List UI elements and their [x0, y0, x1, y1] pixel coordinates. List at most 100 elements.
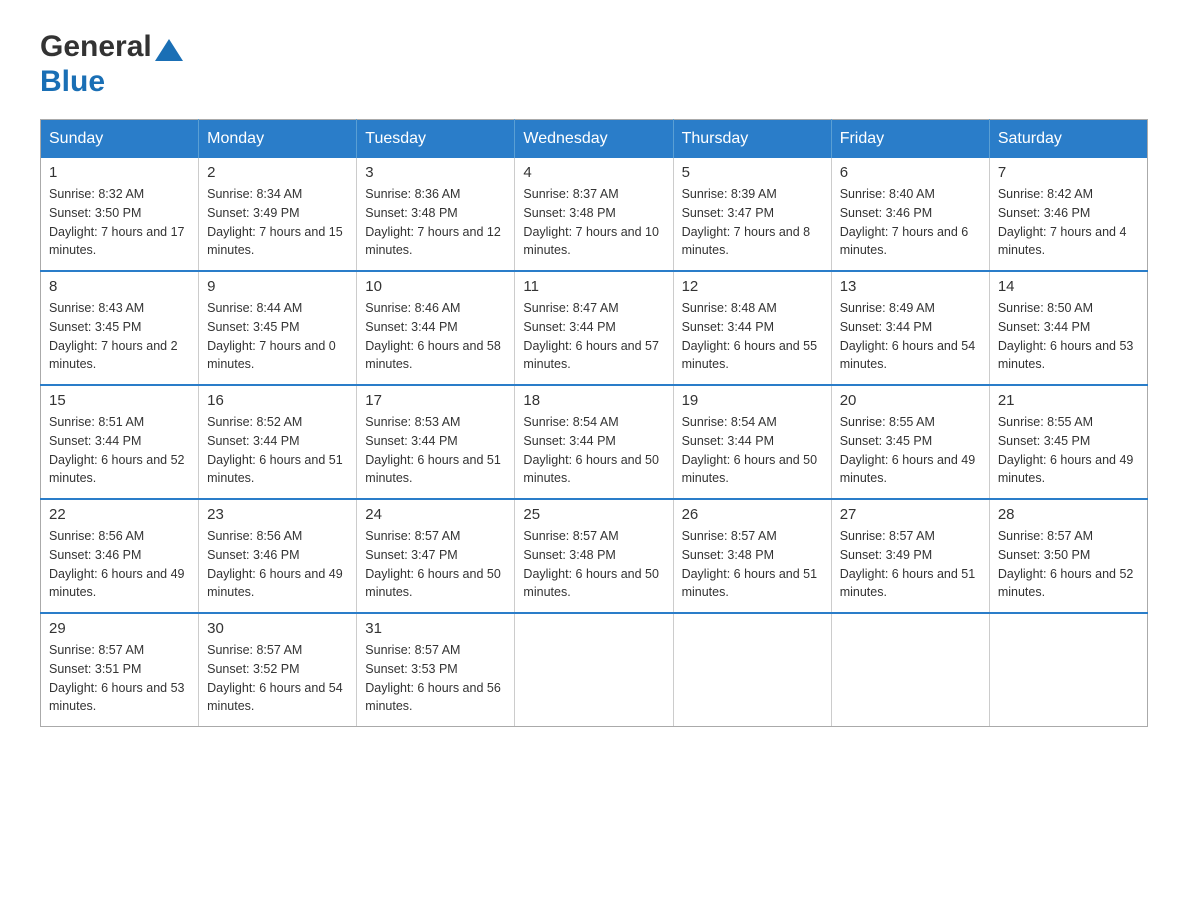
calendar-cell: 25 Sunrise: 8:57 AM Sunset: 3:48 PM Dayl… [515, 499, 673, 613]
day-number: 12 [682, 278, 823, 295]
weekday-header-row: SundayMondayTuesdayWednesdayThursdayFrid… [41, 120, 1148, 159]
day-info: Sunrise: 8:57 AM Sunset: 3:48 PM Dayligh… [682, 527, 823, 602]
calendar-cell: 10 Sunrise: 8:46 AM Sunset: 3:44 PM Dayl… [357, 271, 515, 385]
calendar-cell: 7 Sunrise: 8:42 AM Sunset: 3:46 PM Dayli… [989, 158, 1147, 271]
day-info: Sunrise: 8:44 AM Sunset: 3:45 PM Dayligh… [207, 299, 348, 374]
calendar-cell: 12 Sunrise: 8:48 AM Sunset: 3:44 PM Dayl… [673, 271, 831, 385]
day-info: Sunrise: 8:42 AM Sunset: 3:46 PM Dayligh… [998, 185, 1139, 260]
logo-general-text: General [40, 30, 152, 63]
calendar-cell: 21 Sunrise: 8:55 AM Sunset: 3:45 PM Dayl… [989, 385, 1147, 499]
day-number: 17 [365, 392, 506, 409]
day-info: Sunrise: 8:40 AM Sunset: 3:46 PM Dayligh… [840, 185, 981, 260]
day-number: 6 [840, 164, 981, 181]
logo-triangle-icon [155, 39, 183, 61]
calendar-cell: 6 Sunrise: 8:40 AM Sunset: 3:46 PM Dayli… [831, 158, 989, 271]
day-number: 22 [49, 506, 190, 523]
day-info: Sunrise: 8:53 AM Sunset: 3:44 PM Dayligh… [365, 413, 506, 488]
weekday-header-friday: Friday [831, 120, 989, 159]
day-info: Sunrise: 8:57 AM Sunset: 3:52 PM Dayligh… [207, 641, 348, 716]
calendar-week-row: 29 Sunrise: 8:57 AM Sunset: 3:51 PM Dayl… [41, 613, 1148, 727]
calendar-cell [515, 613, 673, 727]
day-info: Sunrise: 8:50 AM Sunset: 3:44 PM Dayligh… [998, 299, 1139, 374]
day-number: 4 [523, 164, 664, 181]
calendar-week-row: 15 Sunrise: 8:51 AM Sunset: 3:44 PM Dayl… [41, 385, 1148, 499]
logo-blue-text: Blue [40, 65, 105, 98]
day-number: 15 [49, 392, 190, 409]
day-info: Sunrise: 8:48 AM Sunset: 3:44 PM Dayligh… [682, 299, 823, 374]
calendar-cell [989, 613, 1147, 727]
day-number: 16 [207, 392, 348, 409]
calendar-cell: 16 Sunrise: 8:52 AM Sunset: 3:44 PM Dayl… [199, 385, 357, 499]
calendar-cell: 29 Sunrise: 8:57 AM Sunset: 3:51 PM Dayl… [41, 613, 199, 727]
day-info: Sunrise: 8:39 AM Sunset: 3:47 PM Dayligh… [682, 185, 823, 260]
day-number: 24 [365, 506, 506, 523]
calendar-cell: 2 Sunrise: 8:34 AM Sunset: 3:49 PM Dayli… [199, 158, 357, 271]
day-number: 10 [365, 278, 506, 295]
calendar-cell: 13 Sunrise: 8:49 AM Sunset: 3:44 PM Dayl… [831, 271, 989, 385]
calendar-cell: 4 Sunrise: 8:37 AM Sunset: 3:48 PM Dayli… [515, 158, 673, 271]
day-info: Sunrise: 8:54 AM Sunset: 3:44 PM Dayligh… [682, 413, 823, 488]
weekday-header-monday: Monday [199, 120, 357, 159]
calendar-cell: 30 Sunrise: 8:57 AM Sunset: 3:52 PM Dayl… [199, 613, 357, 727]
day-info: Sunrise: 8:55 AM Sunset: 3:45 PM Dayligh… [998, 413, 1139, 488]
day-info: Sunrise: 8:43 AM Sunset: 3:45 PM Dayligh… [49, 299, 190, 374]
calendar-cell: 5 Sunrise: 8:39 AM Sunset: 3:47 PM Dayli… [673, 158, 831, 271]
day-info: Sunrise: 8:55 AM Sunset: 3:45 PM Dayligh… [840, 413, 981, 488]
calendar-week-row: 8 Sunrise: 8:43 AM Sunset: 3:45 PM Dayli… [41, 271, 1148, 385]
day-number: 26 [682, 506, 823, 523]
day-number: 27 [840, 506, 981, 523]
day-info: Sunrise: 8:57 AM Sunset: 3:51 PM Dayligh… [49, 641, 190, 716]
day-info: Sunrise: 8:56 AM Sunset: 3:46 PM Dayligh… [207, 527, 348, 602]
day-number: 9 [207, 278, 348, 295]
page-header: General Blue [40, 30, 1148, 99]
day-number: 14 [998, 278, 1139, 295]
day-info: Sunrise: 8:52 AM Sunset: 3:44 PM Dayligh… [207, 413, 348, 488]
day-number: 1 [49, 164, 190, 181]
calendar-cell: 15 Sunrise: 8:51 AM Sunset: 3:44 PM Dayl… [41, 385, 199, 499]
day-info: Sunrise: 8:36 AM Sunset: 3:48 PM Dayligh… [365, 185, 506, 260]
day-info: Sunrise: 8:32 AM Sunset: 3:50 PM Dayligh… [49, 185, 190, 260]
day-info: Sunrise: 8:57 AM Sunset: 3:47 PM Dayligh… [365, 527, 506, 602]
calendar-cell: 8 Sunrise: 8:43 AM Sunset: 3:45 PM Dayli… [41, 271, 199, 385]
calendar-cell: 18 Sunrise: 8:54 AM Sunset: 3:44 PM Dayl… [515, 385, 673, 499]
day-number: 29 [49, 620, 190, 637]
calendar-cell: 28 Sunrise: 8:57 AM Sunset: 3:50 PM Dayl… [989, 499, 1147, 613]
day-info: Sunrise: 8:34 AM Sunset: 3:49 PM Dayligh… [207, 185, 348, 260]
calendar-cell: 19 Sunrise: 8:54 AM Sunset: 3:44 PM Dayl… [673, 385, 831, 499]
calendar-cell: 17 Sunrise: 8:53 AM Sunset: 3:44 PM Dayl… [357, 385, 515, 499]
day-info: Sunrise: 8:37 AM Sunset: 3:48 PM Dayligh… [523, 185, 664, 260]
day-info: Sunrise: 8:57 AM Sunset: 3:50 PM Dayligh… [998, 527, 1139, 602]
calendar-cell: 3 Sunrise: 8:36 AM Sunset: 3:48 PM Dayli… [357, 158, 515, 271]
day-info: Sunrise: 8:49 AM Sunset: 3:44 PM Dayligh… [840, 299, 981, 374]
day-number: 20 [840, 392, 981, 409]
weekday-header-saturday: Saturday [989, 120, 1147, 159]
logo-wordmark: General [40, 30, 186, 63]
day-number: 18 [523, 392, 664, 409]
calendar-cell: 11 Sunrise: 8:47 AM Sunset: 3:44 PM Dayl… [515, 271, 673, 385]
calendar-cell: 23 Sunrise: 8:56 AM Sunset: 3:46 PM Dayl… [199, 499, 357, 613]
day-number: 8 [49, 278, 190, 295]
day-number: 13 [840, 278, 981, 295]
day-number: 11 [523, 278, 664, 295]
calendar-cell [673, 613, 831, 727]
day-info: Sunrise: 8:51 AM Sunset: 3:44 PM Dayligh… [49, 413, 190, 488]
calendar-cell: 27 Sunrise: 8:57 AM Sunset: 3:49 PM Dayl… [831, 499, 989, 613]
day-info: Sunrise: 8:54 AM Sunset: 3:44 PM Dayligh… [523, 413, 664, 488]
day-number: 2 [207, 164, 348, 181]
day-info: Sunrise: 8:46 AM Sunset: 3:44 PM Dayligh… [365, 299, 506, 374]
calendar-week-row: 22 Sunrise: 8:56 AM Sunset: 3:46 PM Dayl… [41, 499, 1148, 613]
day-number: 3 [365, 164, 506, 181]
calendar-week-row: 1 Sunrise: 8:32 AM Sunset: 3:50 PM Dayli… [41, 158, 1148, 271]
calendar-table: SundayMondayTuesdayWednesdayThursdayFrid… [40, 119, 1148, 727]
day-info: Sunrise: 8:57 AM Sunset: 3:48 PM Dayligh… [523, 527, 664, 602]
day-number: 19 [682, 392, 823, 409]
day-info: Sunrise: 8:47 AM Sunset: 3:44 PM Dayligh… [523, 299, 664, 374]
logo-blue-line: Blue [40, 65, 105, 99]
day-number: 28 [998, 506, 1139, 523]
calendar-cell: 31 Sunrise: 8:57 AM Sunset: 3:53 PM Dayl… [357, 613, 515, 727]
weekday-header-thursday: Thursday [673, 120, 831, 159]
weekday-header-sunday: Sunday [41, 120, 199, 159]
day-number: 31 [365, 620, 506, 637]
calendar-cell: 22 Sunrise: 8:56 AM Sunset: 3:46 PM Dayl… [41, 499, 199, 613]
calendar-cell: 20 Sunrise: 8:55 AM Sunset: 3:45 PM Dayl… [831, 385, 989, 499]
